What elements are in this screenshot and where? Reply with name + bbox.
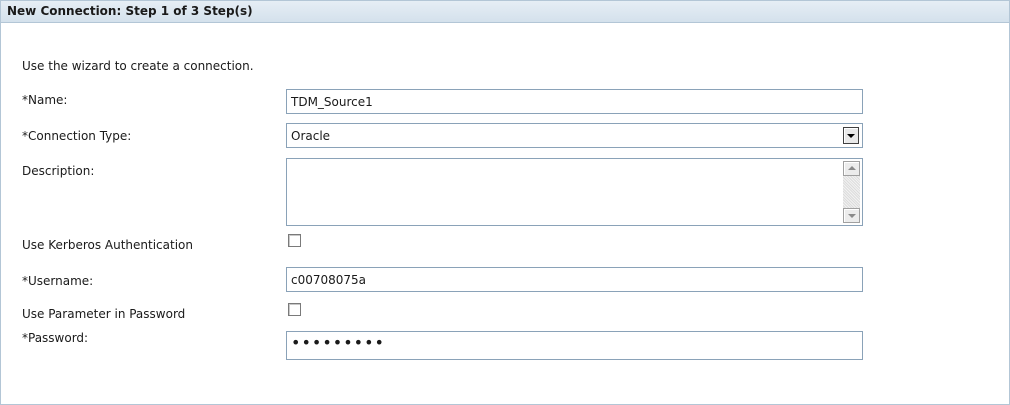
name-input[interactable]: TDM_Source1: [286, 89, 863, 114]
connection-type-label: *Connection Type:: [22, 129, 132, 143]
username-label: *Username:: [22, 274, 94, 288]
wizard-header: New Connection: Step 1 of 3 Step(s): [1, 1, 1009, 23]
name-label: *Name:: [22, 93, 68, 107]
new-connection-wizard: New Connection: Step 1 of 3 Step(s) Use …: [0, 0, 1010, 405]
description-textarea[interactable]: [286, 158, 863, 226]
scroll-down-icon[interactable]: [843, 208, 860, 223]
kerberos-checkbox[interactable]: [288, 234, 301, 247]
password-input[interactable]: •••••••••: [286, 331, 863, 360]
scroll-up-icon[interactable]: [843, 161, 860, 176]
kerberos-label: Use Kerberos Authentication: [22, 238, 193, 252]
wizard-intro-text: Use the wizard to create a connection.: [22, 59, 254, 73]
wizard-title: New Connection: Step 1 of 3 Step(s): [7, 4, 253, 18]
username-input[interactable]: c00708075a: [286, 267, 863, 292]
param-password-checkbox[interactable]: [288, 303, 301, 316]
connection-type-select[interactable]: Oracle: [286, 123, 863, 148]
param-password-label: Use Parameter in Password: [22, 307, 186, 321]
chevron-down-icon[interactable]: [843, 127, 859, 144]
description-label: Description:: [22, 164, 95, 178]
password-label: *Password:: [22, 331, 89, 345]
password-mask: •••••••••: [291, 333, 385, 352]
description-scrollbar[interactable]: [843, 161, 860, 223]
connection-type-value: Oracle: [291, 129, 331, 143]
